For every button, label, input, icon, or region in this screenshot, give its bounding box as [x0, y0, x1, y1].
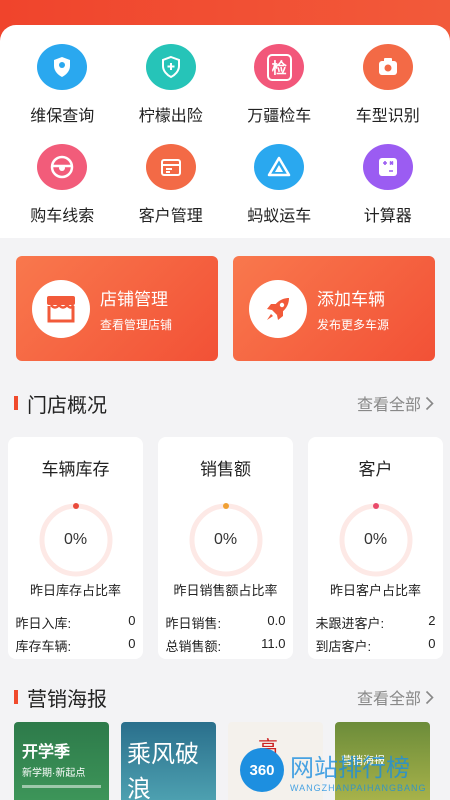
section-title: 营销海报 [27, 688, 107, 711]
shield-plus-icon [145, 44, 196, 90]
menu-item-leads[interactable]: 购车线索 [8, 144, 117, 226]
poster-thumbnail[interactable]: 开学季 新学期·新起点 [14, 722, 109, 800]
store-icon [32, 279, 90, 338]
chevron-right-icon [425, 690, 434, 704]
stat-caption: 昨日客户占比率 [329, 583, 421, 598]
camera-icon [362, 44, 413, 90]
store-overview-header: 门店概况 查看全部 [14, 390, 434, 417]
watermark-subtext: WANGZHANPAIHANGBANG [290, 782, 427, 793]
section-title: 门店概况 [27, 394, 107, 417]
stat-card-sales[interactable]: 销售额 0% 昨日销售额占比率 昨日销售: 0.0 总销售额: 11.0 [158, 437, 293, 659]
quick-menu-grid: 维保查询 柠檬出险 检 万疆检车 车型识别 购车线索 客户管理 蚂蚁运车 计算器 [8, 44, 442, 226]
menu-label: 维保查询 [30, 108, 95, 125]
inspect-icon: 检 [254, 44, 305, 90]
stat-row: 总销售额: 11.0 [165, 636, 286, 654]
menu-label: 客户管理 [138, 208, 203, 225]
calculator-icon [362, 144, 413, 190]
promo-title: 店铺管理 [100, 289, 168, 309]
add-vehicle-card[interactable]: 添加车辆 发布更多车源 [233, 256, 435, 361]
rocket-icon [249, 279, 307, 338]
menu-item-insurance[interactable]: 柠檬出险 [117, 44, 226, 126]
menu-item-inspection[interactable]: 检 万疆检车 [225, 44, 334, 126]
section-marker [14, 396, 18, 410]
menu-item-model-recognition[interactable]: 车型识别 [334, 44, 443, 126]
ring-value: 0% [63, 531, 88, 548]
menu-label: 万疆检车 [247, 108, 312, 125]
stat-title: 车辆库存 [41, 460, 110, 479]
ring-value: 0% [363, 531, 388, 548]
calendar-icon [145, 144, 196, 190]
stat-title: 销售额 [200, 460, 251, 479]
site-watermark: 360 网站排行榜 WANGZHANPAIHANGBANG [240, 740, 445, 800]
watermark-badge: 360 [240, 748, 284, 792]
menu-item-maintenance[interactable]: 维保查询 [8, 44, 117, 126]
menu-item-calculator[interactable]: 计算器 [334, 144, 443, 226]
progress-ring: 0% [186, 500, 266, 577]
marketing-posters-header: 营销海报 查看全部 [14, 684, 434, 711]
menu-item-transport[interactable]: 蚂蚁运车 [225, 144, 334, 226]
stat-card-customers[interactable]: 客户 0% 昨日客户占比率 未跟进客户: 2 到店客户: 0 [308, 437, 443, 659]
progress-ring: 0% [336, 500, 416, 577]
menu-label: 购车线索 [30, 208, 95, 225]
section-marker [14, 690, 18, 704]
promo-row: 店铺管理 查看管理店铺 添加车辆 发布更多车源 [16, 256, 435, 361]
steering-wheel-icon [37, 144, 88, 190]
promo-subtitle: 发布更多车源 [317, 317, 390, 332]
watermark-text: 网站排行榜 [290, 754, 410, 782]
view-all-link[interactable]: 查看全部 [357, 391, 434, 415]
stat-row: 昨日销售: 0.0 [165, 613, 286, 631]
promo-subtitle: 查看管理店铺 [100, 317, 173, 332]
menu-label: 计算器 [363, 208, 412, 225]
ring-value: 0% [213, 531, 238, 548]
menu-item-customers[interactable]: 客户管理 [117, 144, 226, 226]
stat-caption: 昨日销售额占比率 [173, 583, 278, 598]
shield-person-icon [37, 44, 88, 90]
menu-label: 车型识别 [355, 108, 420, 125]
menu-label: 柠檬出险 [138, 108, 203, 125]
poster-thumbnail[interactable]: 乘风破浪 [121, 722, 216, 800]
stat-card-inventory[interactable]: 车辆库存 0% 昨日库存占比率 昨日入库: 0 库存车辆: 0 [8, 437, 143, 659]
promo-title: 添加车辆 [317, 289, 385, 309]
stat-row: 昨日入库: 0 [15, 613, 136, 631]
chevron-right-icon [425, 396, 434, 410]
stat-caption: 昨日库存占比率 [29, 583, 121, 598]
progress-ring: 0% [36, 500, 116, 577]
stat-title: 客户 [358, 460, 393, 479]
stats-row: 车辆库存 0% 昨日库存占比率 昨日入库: 0 库存车辆: 0 销售额 0% 昨日销… [8, 437, 443, 659]
triangle-icon [254, 144, 305, 190]
view-all-link[interactable]: 查看全部 [357, 685, 434, 709]
store-management-card[interactable]: 店铺管理 查看管理店铺 [16, 256, 218, 361]
stat-row: 到店客户: 0 [315, 636, 436, 654]
stat-row: 库存车辆: 0 [15, 636, 136, 654]
menu-label: 蚂蚁运车 [247, 208, 312, 225]
stat-row: 未跟进客户: 2 [315, 613, 436, 631]
